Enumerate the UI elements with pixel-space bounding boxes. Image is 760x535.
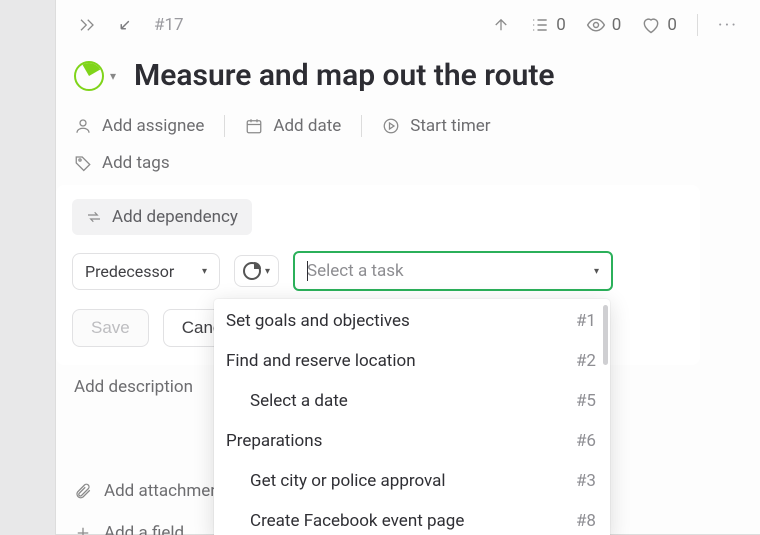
eye-icon — [586, 15, 606, 35]
dependency-type-select[interactable]: Predecessor ▾ — [72, 253, 220, 290]
task-option[interactable]: Preparations #6 — [214, 421, 610, 461]
task-title[interactable]: Measure and map out the route — [134, 58, 555, 93]
description-label: Add description — [74, 377, 193, 397]
chevron-down-icon: ▾ — [594, 266, 599, 277]
task-option-label: Preparations — [226, 431, 322, 451]
assignee-button[interactable]: Add assignee — [74, 116, 204, 136]
assignee-label: Add assignee — [102, 116, 204, 136]
timer-button[interactable]: Start timer — [382, 116, 490, 136]
scrollbar-thumb[interactable] — [603, 305, 608, 365]
date-label: Add date — [273, 116, 341, 136]
meta-row: Add assignee Add date Start timer — [56, 115, 760, 149]
list-icon — [530, 15, 550, 35]
pie-icon — [243, 262, 261, 280]
dependency-constraint-select[interactable]: ▾ — [234, 255, 279, 287]
list-count: 0 — [556, 15, 566, 35]
dep-chip-label: Add dependency — [112, 207, 238, 227]
attachment-label: Add attachment — [104, 481, 225, 501]
dep-type-value: Predecessor — [85, 262, 174, 281]
like-count: 0 — [667, 15, 677, 35]
date-button[interactable]: Add date — [245, 116, 341, 136]
tags-label: Add tags — [102, 153, 170, 173]
task-option[interactable]: Get city or police approval #3 — [214, 461, 610, 501]
title-row: ▾ Measure and map out the route — [56, 50, 760, 115]
task-select-placeholder: Select a task — [307, 261, 404, 281]
task-option-number: #6 — [576, 431, 596, 451]
collapse-icon[interactable] — [78, 16, 96, 34]
field-label: Add a field — [104, 523, 184, 535]
task-option[interactable]: Select a date #5 — [214, 381, 610, 421]
chevron-down-icon: ▾ — [265, 266, 270, 277]
plus-icon — [74, 524, 92, 535]
task-option[interactable]: Create Facebook event page #8 — [214, 501, 610, 535]
text-cursor — [307, 261, 308, 281]
task-option-label: Set goals and objectives — [226, 311, 410, 331]
chevron-down-icon: ▾ — [202, 266, 207, 277]
divider — [224, 115, 225, 137]
tag-icon — [74, 154, 92, 172]
person-icon — [74, 117, 92, 135]
task-option-label: Select a date — [250, 391, 348, 411]
chevron-down-icon: ▾ — [110, 69, 116, 83]
divider — [361, 115, 362, 137]
task-option-number: #8 — [576, 511, 596, 531]
timer-label: Start timer — [410, 116, 490, 136]
list-stat[interactable]: 0 — [530, 15, 566, 35]
task-options-popover: Set goals and objectives #1 Find and reser… — [214, 299, 610, 535]
status-circle-icon — [74, 61, 104, 91]
topbar: #17 0 0 0 ··· — [56, 0, 760, 50]
play-circle-icon — [382, 117, 400, 135]
task-option-number: #2 — [576, 351, 596, 371]
task-option-number: #5 — [576, 391, 596, 411]
task-option[interactable]: Set goals and objectives #1 — [214, 301, 610, 341]
more-icon[interactable]: ··· — [718, 15, 738, 36]
task-option-number: #3 — [576, 471, 596, 491]
divider — [697, 14, 698, 36]
heart-icon — [641, 15, 661, 35]
dependency-task-select[interactable]: Select a task ▾ — [293, 251, 613, 291]
task-number[interactable]: #17 — [154, 15, 184, 35]
paperclip-icon — [74, 482, 92, 500]
tags-button[interactable]: Add tags — [56, 149, 760, 185]
expand-arrows-icon[interactable] — [116, 16, 134, 34]
swap-icon — [86, 209, 102, 225]
task-option-number: #1 — [576, 311, 596, 331]
task-option-label: Get city or police approval — [250, 471, 446, 491]
calendar-icon — [245, 117, 263, 135]
save-button[interactable]: Save — [72, 309, 149, 347]
watch-stat[interactable]: 0 — [586, 15, 622, 35]
arrow-up-icon[interactable] — [492, 16, 510, 34]
like-stat[interactable]: 0 — [641, 15, 677, 35]
status-selector[interactable]: ▾ — [74, 61, 116, 91]
add-dependency-chip[interactable]: Add dependency — [72, 199, 252, 235]
task-option-label: Create Facebook event page — [250, 511, 464, 531]
watch-count: 0 — [612, 15, 622, 35]
task-option-label: Find and reserve location — [226, 351, 416, 371]
task-option[interactable]: Find and reserve location #2 — [214, 341, 610, 381]
